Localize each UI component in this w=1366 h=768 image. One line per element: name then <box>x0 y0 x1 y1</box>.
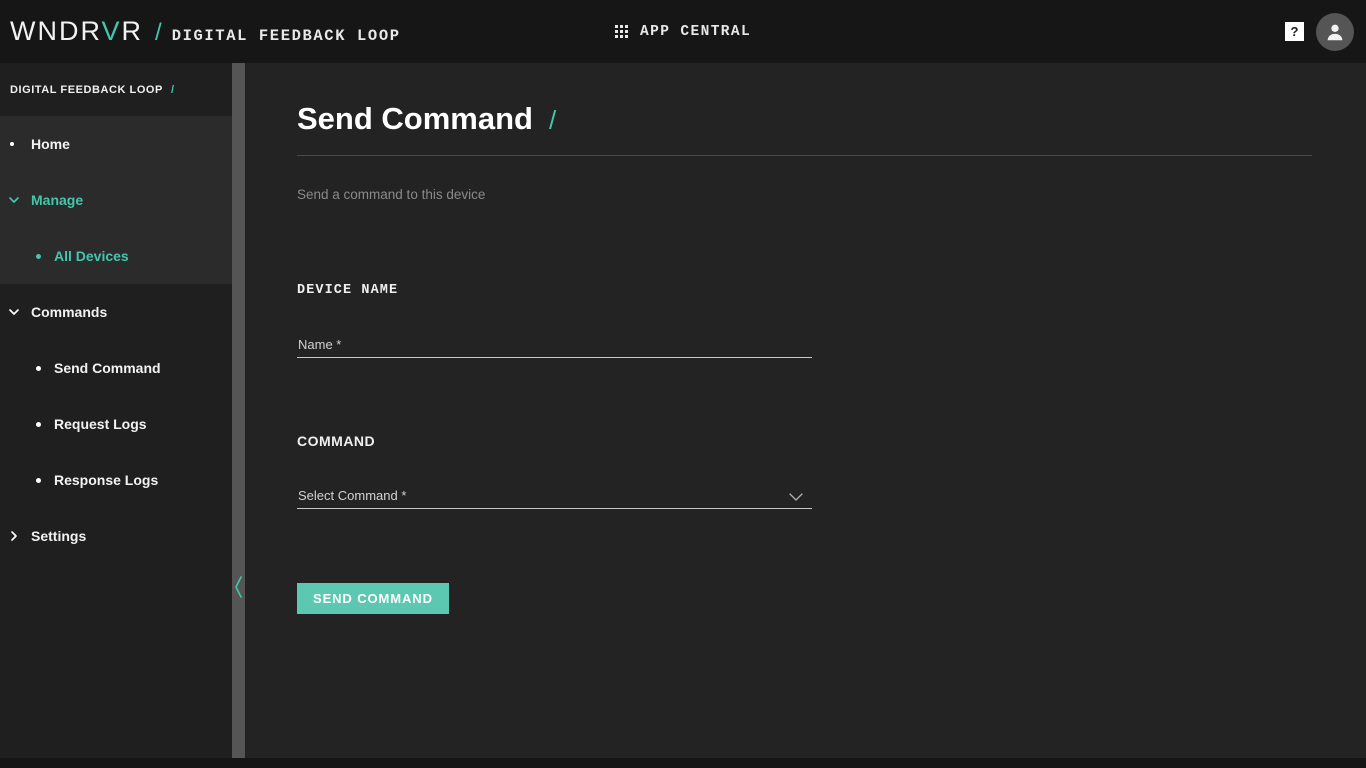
brand-subtitle: DIGITAL FEEDBACK LOOP <box>171 27 401 45</box>
bullet-icon <box>36 253 41 259</box>
send-command-button[interactable]: SEND COMMAND <box>297 583 449 614</box>
page-title-slash: / <box>548 105 557 135</box>
field-underline <box>297 357 812 358</box>
chevron-down-icon <box>7 193 21 207</box>
page-header: Send Command / <box>297 101 1312 156</box>
sidebar-group-commands: Commands Send Command Request Logs Respo… <box>0 284 232 564</box>
app-central-label: APP CENTRAL <box>640 23 752 40</box>
grid-apps-icon <box>615 25 628 38</box>
chevron-down-icon[interactable] <box>789 493 803 502</box>
chevron-left-icon[interactable] <box>233 573 244 601</box>
select-command-field-label: Select Command * <box>298 488 407 503</box>
app-central-button[interactable]: APP CENTRAL <box>615 24 751 40</box>
sidebar-item-settings[interactable]: Settings <box>0 508 232 564</box>
user-account-icon[interactable] <box>1316 12 1354 51</box>
bottom-strip <box>0 758 1366 768</box>
sidebar-collapse-rail[interactable] <box>232 63 245 768</box>
chevron-down-icon <box>7 305 21 319</box>
bullet-icon <box>36 477 41 483</box>
sidebar-item-label: Request Logs <box>54 416 147 432</box>
breadcrumb-label: DIGITAL FEEDBACK LOOP <box>10 83 163 96</box>
sidebar-item-all-devices[interactable]: All Devices <box>0 228 232 284</box>
breadcrumb[interactable]: DIGITAL FEEDBACK LOOP / <box>0 63 232 116</box>
sidebar-item-label: Send Command <box>54 360 161 376</box>
app-root: WNDRVR / DIGITAL FEEDBACK LOOP APP CENTR… <box>0 0 1366 768</box>
help-question-icon[interactable]: ? <box>1285 22 1304 41</box>
sidebar-item-commands[interactable]: Commands <box>0 284 232 340</box>
page-subtitle: Send a command to this device <box>297 187 486 202</box>
bullet-icon <box>36 421 41 427</box>
bullet-icon <box>36 365 41 371</box>
device-name-field[interactable]: Name * <box>297 330 812 358</box>
sidebar-item-request-logs[interactable]: Request Logs <box>0 396 232 452</box>
section-device-name: DEVICE NAME Name * <box>297 283 812 358</box>
sidebar-item-send-command[interactable]: Send Command <box>0 340 232 396</box>
brand-slash: / <box>155 19 162 46</box>
bullet-icon <box>10 142 14 146</box>
title-divider <box>297 155 1312 156</box>
sidebar-item-label: All Devices <box>54 248 129 264</box>
top-header-bar: WNDRVR / DIGITAL FEEDBACK LOOP APP CENTR… <box>0 0 1366 63</box>
sidebar-group-manage: Manage All Devices <box>0 172 232 284</box>
page-title: Send Command <box>297 101 533 136</box>
section-label: COMMAND <box>297 433 376 449</box>
device-name-field-label: Name * <box>298 337 342 352</box>
field-underline <box>297 508 812 509</box>
main-content: Send Command / Send a command to this dev… <box>245 63 1366 768</box>
breadcrumb-slash: / <box>170 83 174 96</box>
brand-wordmark: WNDRVR <box>10 16 144 46</box>
sidebar-item-response-logs[interactable]: Response Logs <box>0 452 232 508</box>
sidebar-item-manage[interactable]: Manage <box>0 172 232 228</box>
sidebar-item-label: Response Logs <box>54 472 159 488</box>
sidebar-group-home: Home <box>0 116 232 172</box>
brand-logo[interactable]: WNDRVR / DIGITAL FEEDBACK LOOP <box>10 16 401 47</box>
sidebar-item-home[interactable]: Home <box>0 116 232 172</box>
section-label: DEVICE NAME <box>297 283 399 298</box>
chevron-right-icon <box>7 529 21 543</box>
select-command-field[interactable]: Select Command * <box>297 481 812 509</box>
section-command: COMMAND Select Command * <box>297 433 812 509</box>
sidebar: DIGITAL FEEDBACK LOOP / Home Manage All … <box>0 63 232 768</box>
